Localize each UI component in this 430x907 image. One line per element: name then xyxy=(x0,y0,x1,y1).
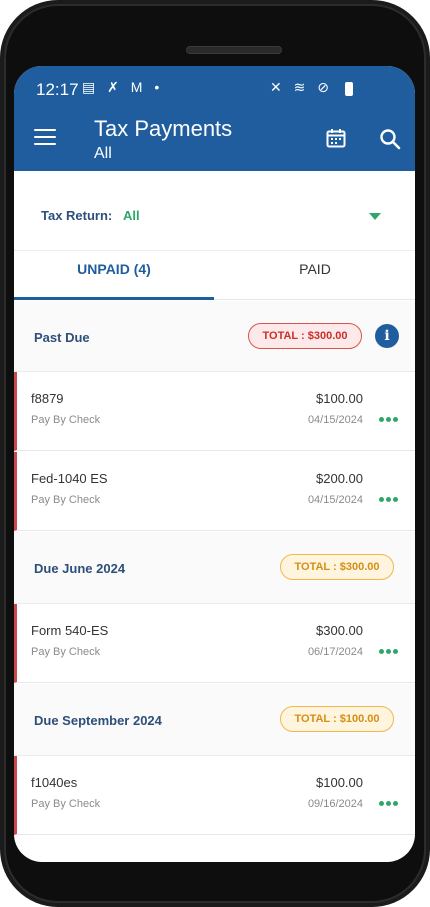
payment-amount: $200.00 xyxy=(316,471,363,486)
payment-row[interactable]: Form 540-ES Pay By Check $300.00 06/17/2… xyxy=(14,604,415,683)
payment-amount: $100.00 xyxy=(316,775,363,790)
tab-paid[interactable]: PAID xyxy=(215,251,415,300)
filter-value: All xyxy=(123,208,140,223)
section-title: Past Due xyxy=(34,330,90,345)
more-options-icon[interactable] xyxy=(379,409,401,422)
payment-amount: $300.00 xyxy=(316,623,363,638)
more-options-icon[interactable] xyxy=(379,793,401,806)
status-bar: 12:17 ▤ ✗ M • ✕ ≋ ⊘ xyxy=(14,66,415,112)
chevron-down-icon[interactable] xyxy=(369,213,381,220)
calendar-icon[interactable] xyxy=(326,128,346,148)
phone-frame: 12:17 ▤ ✗ M • ✕ ≋ ⊘ Tax Payments All Tax… xyxy=(0,0,430,907)
gmail-icon: M xyxy=(130,79,147,95)
section-due-september: Due September 2024 TOTAL : $100.00 xyxy=(14,684,415,756)
total-badge: TOTAL : $300.00 xyxy=(248,323,362,349)
status-time: 12:17 xyxy=(36,80,79,99)
payment-amount: $100.00 xyxy=(316,391,363,406)
payment-tabs: UNPAID (4) PAID xyxy=(14,251,415,300)
tab-unpaid[interactable]: UNPAID (4) xyxy=(14,251,214,300)
payment-form-name: Form 540-ES xyxy=(31,623,109,638)
payment-method: Pay By Check xyxy=(31,646,101,658)
section-due-june: Due June 2024 TOTAL : $300.00 xyxy=(14,532,415,604)
app-bar: 12:17 ▤ ✗ M • ✕ ≋ ⊘ Tax Payments All xyxy=(14,66,415,171)
payment-form-name: f8879 xyxy=(31,391,64,406)
payment-row[interactable]: Fed-1040 ES Pay By Check $200.00 04/15/2… xyxy=(14,452,415,531)
hamburger-menu-icon[interactable] xyxy=(34,129,56,145)
calendar-app-icon: ▤ xyxy=(82,79,100,95)
payment-method: Pay By Check xyxy=(31,414,101,426)
page-title: Tax Payments xyxy=(94,116,233,141)
payment-row[interactable]: f8879 Pay By Check $100.00 04/15/2024 xyxy=(14,372,415,451)
search-icon[interactable] xyxy=(379,128,401,150)
section-title: Due June 2024 xyxy=(34,561,126,576)
missed-call-icon: ✗ xyxy=(107,79,123,95)
battery-icon xyxy=(345,82,353,96)
filter-label: Tax Return: xyxy=(41,208,113,223)
dot-icon: • xyxy=(154,79,164,95)
payment-due-date: 09/16/2024 xyxy=(307,798,363,810)
page-subtitle: All xyxy=(94,145,112,162)
payment-form-name: f1040es xyxy=(31,775,78,790)
section-title: Due September 2024 xyxy=(34,713,162,728)
info-icon[interactable]: i xyxy=(375,324,399,348)
payment-method: Pay By Check xyxy=(31,798,101,810)
section-past-due: Past Due TOTAL : $300.00 i xyxy=(14,301,415,372)
status-notification-icons: ▤ ✗ M • xyxy=(82,79,163,96)
app-screen: 12:17 ▤ ✗ M • ✕ ≋ ⊘ Tax Payments All Tax… xyxy=(14,66,415,862)
do-not-disturb-icon: ⊘ xyxy=(317,79,333,95)
earpiece-speaker xyxy=(186,46,282,54)
wifi-icon: ≋ xyxy=(293,79,310,95)
payment-due-date: 04/15/2024 xyxy=(307,414,363,426)
payment-due-date: 04/15/2024 xyxy=(307,494,363,506)
more-options-icon[interactable] xyxy=(379,641,401,654)
payment-method: Pay By Check xyxy=(31,494,101,506)
payment-row[interactable]: f1040es Pay By Check $100.00 09/16/2024 xyxy=(14,756,415,835)
more-options-icon[interactable] xyxy=(379,489,401,502)
payment-due-date: 06/17/2024 xyxy=(307,646,363,658)
mute-icon: ✕ xyxy=(270,79,286,95)
total-badge: TOTAL : $300.00 xyxy=(280,554,394,580)
status-system-icons: ✕ ≋ ⊘ xyxy=(270,79,333,96)
tax-return-filter[interactable]: Tax Return: All xyxy=(14,171,415,251)
total-badge: TOTAL : $100.00 xyxy=(280,706,394,732)
payment-form-name: Fed-1040 ES xyxy=(31,471,108,486)
